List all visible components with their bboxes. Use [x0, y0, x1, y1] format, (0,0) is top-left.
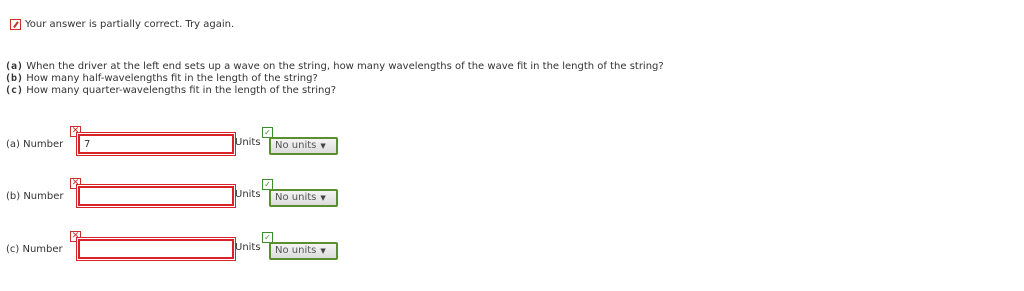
units-select-a[interactable]: No units ▼: [269, 137, 338, 155]
number-input-c[interactable]: [78, 239, 234, 259]
units-select-b-value: No units: [275, 192, 317, 203]
question-a: (a) When the driver at the left end sets…: [5, 61, 664, 73]
dropdown-caret-icon: ▼: [320, 247, 326, 255]
question-b: (b) How many half-wavelengths fit in the…: [5, 73, 664, 85]
number-label-c: (c) Number: [6, 244, 63, 255]
dropdown-caret-icon: ▼: [320, 194, 326, 202]
question-b-label: (b): [5, 73, 24, 84]
question-c-text: How many quarter-wavelengths fit in the …: [26, 85, 337, 96]
partial-correct-icon: [10, 18, 21, 30]
status-message: Your answer is partially correct. Try ag…: [10, 17, 234, 31]
units-label-b: Units: [235, 189, 261, 200]
units-select-a-value: No units: [275, 140, 317, 151]
status-text: Your answer is partially correct. Try ag…: [25, 18, 235, 30]
answer-row-c: (c) Number ✕ Units ✓ No units ▼: [6, 231, 346, 269]
number-label-a: (a) Number: [6, 139, 64, 150]
question-c: (c) How many quarter-wavelengths fit in …: [5, 85, 664, 97]
question-a-text: When the driver at the left end sets up …: [26, 61, 664, 72]
number-label-b: (b) Number: [6, 191, 64, 202]
question-a-label: (a): [5, 61, 24, 72]
number-input-b[interactable]: [78, 186, 234, 206]
units-label-a: Units: [235, 137, 261, 148]
answer-row-b: (b) Number ✕ Units ✓ No units ▼: [6, 178, 346, 216]
units-label-c: Units: [235, 242, 261, 253]
units-select-c[interactable]: No units ▼: [269, 242, 338, 260]
units-select-c-value: No units: [275, 245, 317, 256]
units-select-b[interactable]: No units ▼: [269, 189, 338, 207]
question-b-text: How many half-wavelengths fit in the len…: [26, 73, 318, 84]
dropdown-caret-icon: ▼: [320, 142, 326, 150]
answer-row-a: (a) Number ✕ 7 Units ✓ No units ▼: [6, 126, 346, 164]
question-list: (a) When the driver at the left end sets…: [5, 61, 664, 97]
question-c-label: (c): [5, 85, 24, 96]
number-input-a[interactable]: 7: [78, 134, 234, 154]
